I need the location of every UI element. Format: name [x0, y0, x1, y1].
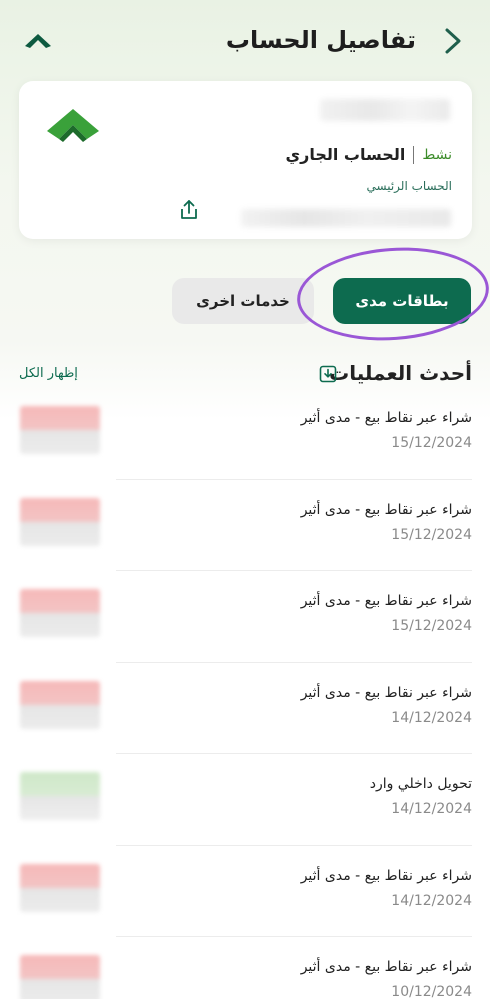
account-name-redacted — [320, 99, 450, 121]
header: تفاصيل الحساب — [0, 0, 490, 80]
account-type-row: الحساب الجاري نشط — [285, 145, 452, 164]
transaction-row[interactable]: شراء عبر نقاط بيع - مدى أثير 15/12/2024 — [20, 571, 472, 663]
transaction-row[interactable]: شراء عبر نقاط بيع - مدى أثير 10/12/2024 — [20, 937, 472, 999]
transaction-date: 14/12/2024 — [391, 892, 472, 909]
account-subtitle: الحساب الرئيسي — [366, 179, 453, 193]
account-status: نشط — [422, 146, 452, 163]
recent-transactions-title: أحدث العمليات — [329, 361, 472, 385]
transaction-amount-redacted — [20, 680, 100, 729]
highlight-annotation — [294, 241, 490, 347]
share-button[interactable] — [178, 198, 200, 222]
bank-logo-icon — [47, 109, 99, 142]
divider — [413, 145, 415, 164]
other-services-button[interactable]: خدمات اخرى — [172, 278, 314, 324]
show-all-link[interactable]: إظهار الكل — [19, 366, 78, 381]
transaction-amount-redacted — [20, 406, 100, 454]
bank-logo-icon — [25, 34, 51, 48]
transaction-description: شراء عبر نقاط بيع - مدى أثير — [300, 959, 472, 975]
transaction-date: 15/12/2024 — [391, 435, 472, 451]
transaction-amount-redacted — [20, 772, 100, 820]
transaction-date: 10/12/2024 — [391, 984, 472, 999]
transaction-description: شراء عبر نقاط بيع - مدى أثير — [300, 867, 472, 884]
page-title: تفاصيل الحساب — [225, 26, 416, 54]
transaction-date: 15/12/2024 — [391, 618, 472, 634]
transaction-date: 14/12/2024 — [391, 709, 472, 726]
chevron-right-icon — [445, 28, 461, 54]
transaction-date: 14/12/2024 — [391, 801, 472, 817]
transaction-description: شراء عبر نقاط بيع - مدى أثير — [300, 684, 472, 701]
transaction-description: شراء عبر نقاط بيع - مدى أثير — [300, 501, 472, 518]
transaction-row[interactable]: شراء عبر نقاط بيع - مدى أثير 14/12/2024 — [20, 846, 472, 937]
transaction-date: 15/12/2024 — [391, 526, 472, 543]
transaction-description: شراء عبر نقاط بيع - مدى أثير — [300, 410, 472, 426]
account-card[interactable]: الحساب الجاري نشط الحساب الرئيسي — [19, 81, 472, 239]
transaction-description: تحويل داخلي وارد — [369, 776, 472, 792]
transaction-row[interactable]: شراء عبر نقاط بيع - مدى أثير 14/12/2024 — [20, 663, 472, 754]
download-button[interactable] — [318, 364, 338, 384]
account-type: الحساب الجاري — [285, 145, 406, 164]
iban-redacted — [241, 209, 451, 227]
transaction-row[interactable]: تحويل داخلي وارد 14/12/2024 — [20, 754, 472, 846]
transaction-description: شراء عبر نقاط بيع - مدى أثير — [300, 593, 472, 609]
transactions-list: شراء عبر نقاط بيع - مدى أثير 15/12/2024 شر… — [0, 388, 490, 999]
transaction-row[interactable]: شراء عبر نقاط بيع - مدى أثير 15/12/2024 — [20, 480, 472, 571]
transaction-amount-redacted — [20, 955, 100, 999]
download-icon — [319, 365, 337, 383]
transaction-amount-redacted — [20, 497, 100, 546]
transaction-row[interactable]: شراء عبر نقاط بيع - مدى أثير 15/12/2024 — [20, 388, 472, 480]
back-button[interactable] — [438, 24, 468, 58]
transaction-amount-redacted — [20, 589, 100, 637]
share-icon — [181, 200, 197, 219]
transaction-amount-redacted — [20, 863, 100, 912]
